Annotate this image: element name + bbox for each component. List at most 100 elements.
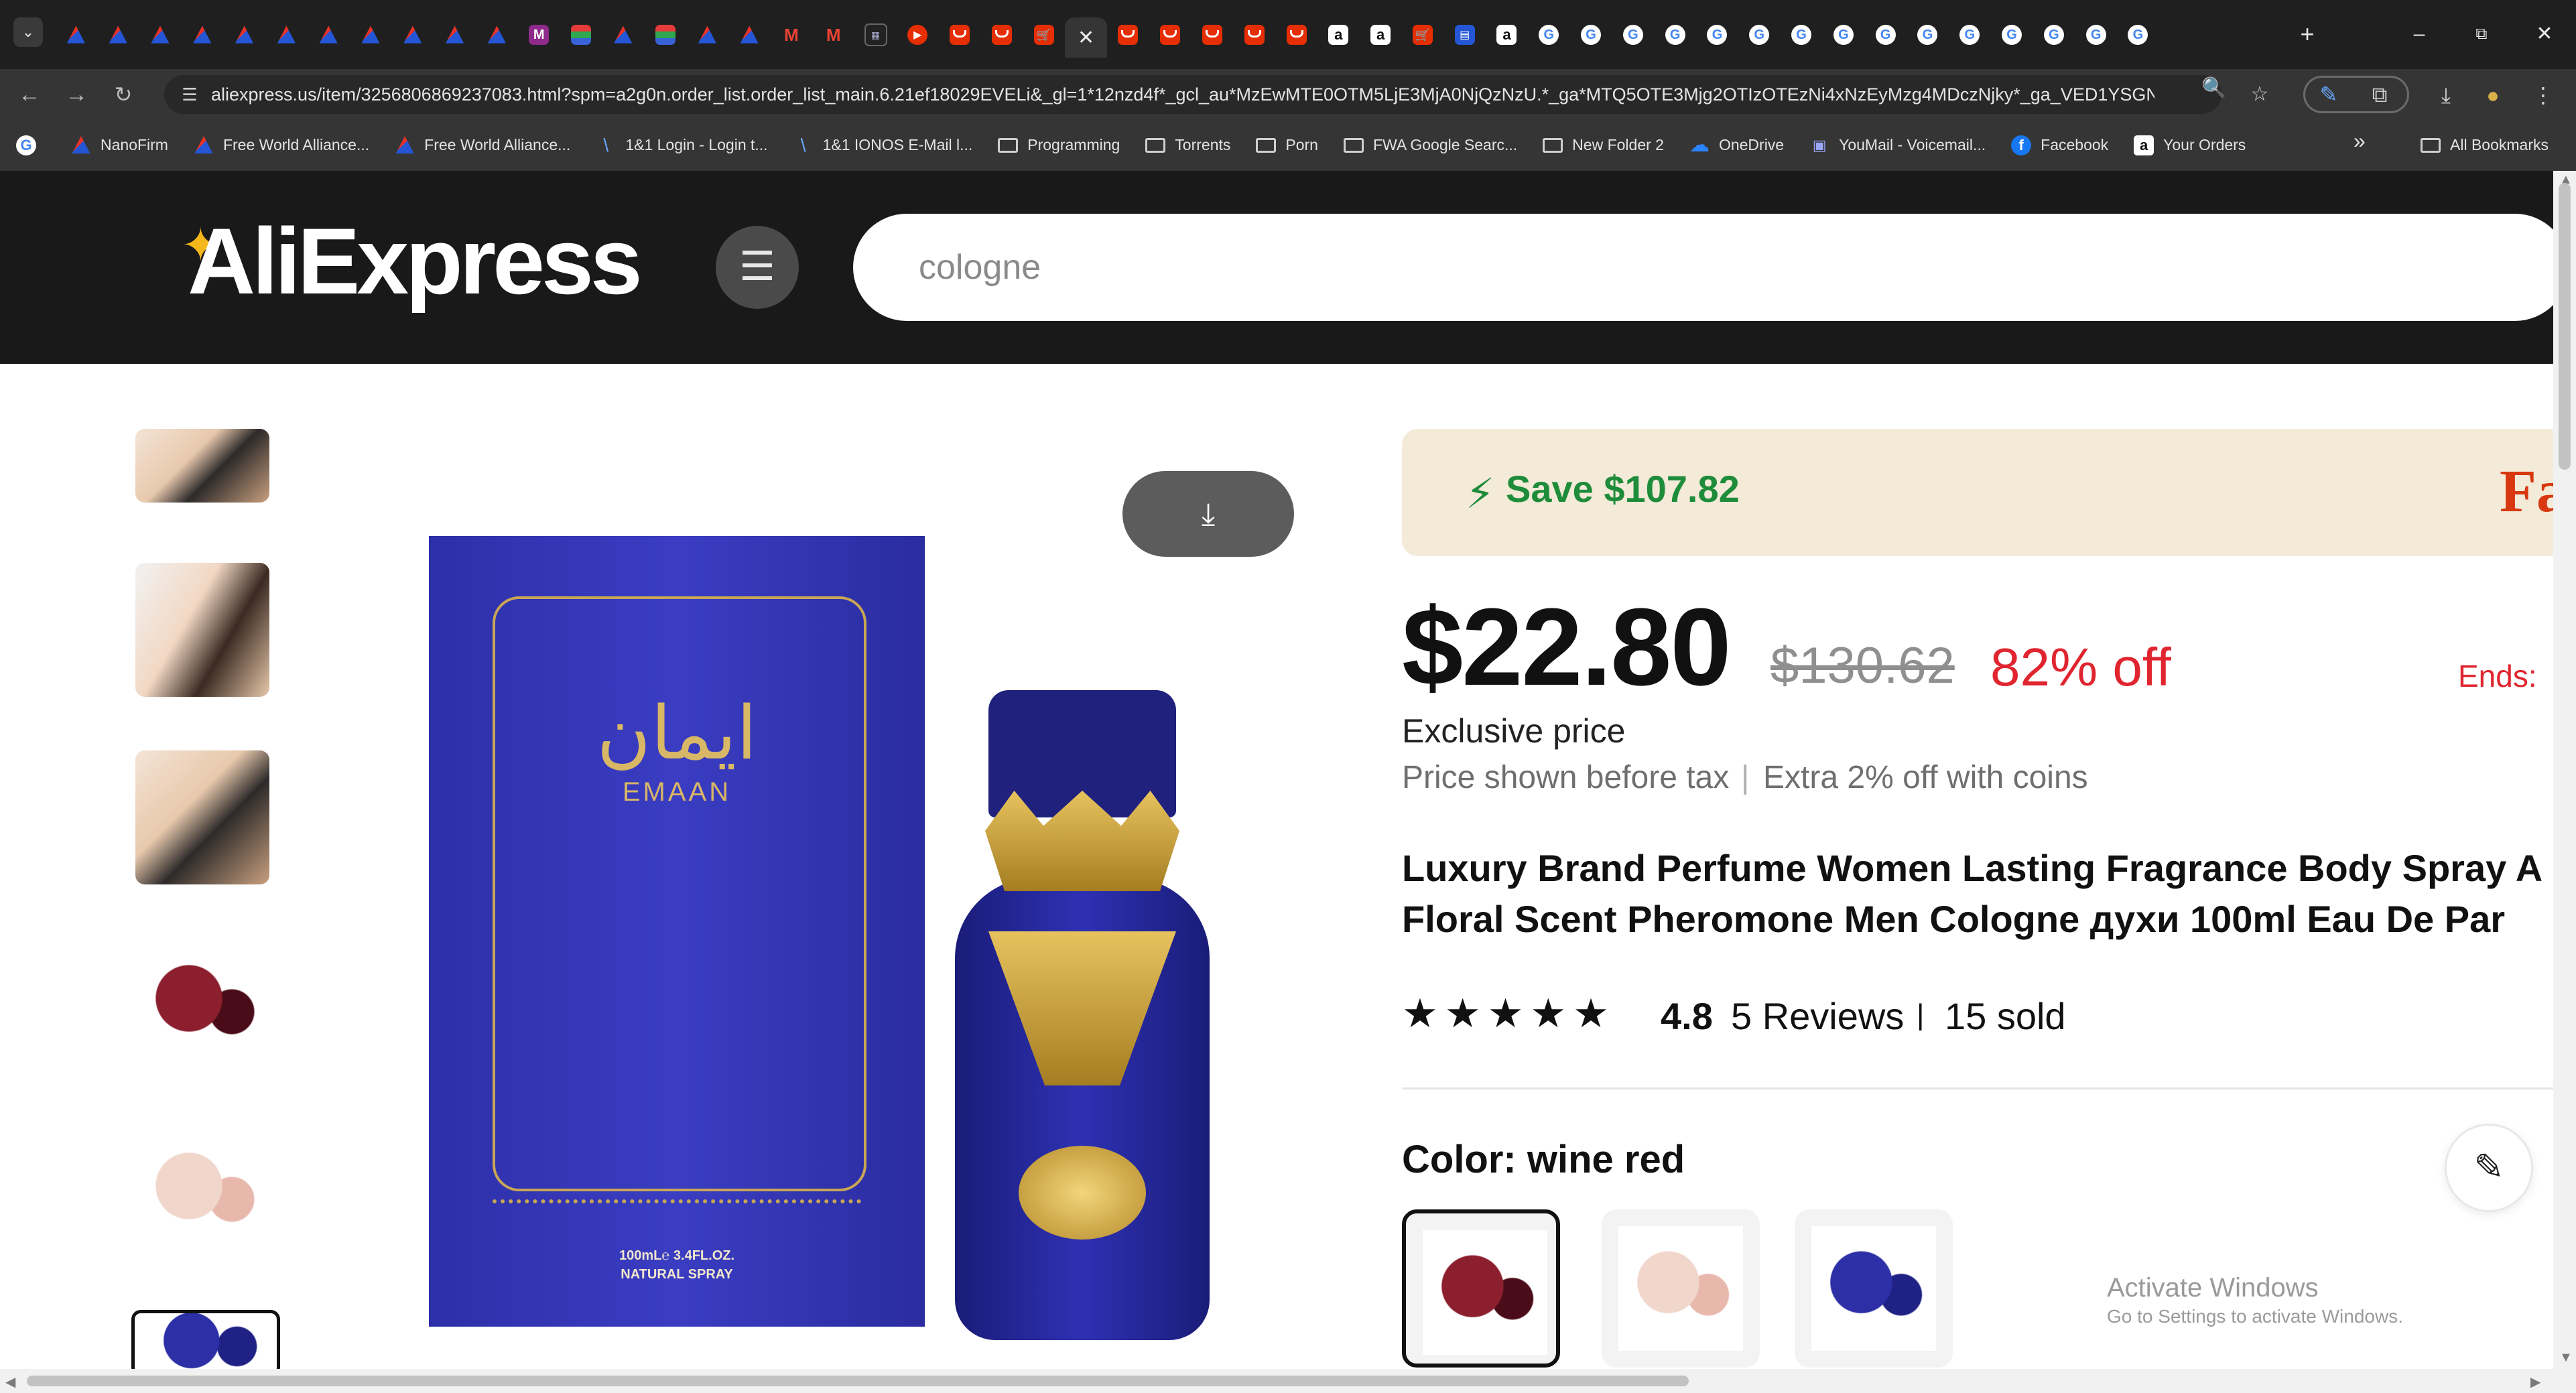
zoom-icon[interactable]: 🔍 [2201, 75, 2228, 102]
horizontal-scroll-thumb[interactable] [27, 1376, 1689, 1386]
browser-tab[interactable] [308, 17, 350, 52]
browser-tab[interactable]: G [1528, 17, 1570, 52]
browser-tab[interactable]: a [1486, 17, 1528, 52]
color-swatch-pink[interactable] [1602, 1209, 1760, 1368]
bookmark-item[interactable]: Programming [998, 136, 1120, 154]
minimize-button[interactable]: – [2396, 17, 2443, 51]
browser-tab[interactable]: G [1864, 17, 1907, 52]
browser-tab[interactable] [97, 17, 139, 52]
browser-tab[interactable]: G [1781, 17, 1823, 52]
close-window-button[interactable]: ✕ [2521, 17, 2568, 51]
forward-arrow-icon[interactable]: → [60, 78, 92, 111]
search-input[interactable]: cologne [853, 214, 2569, 321]
browser-tab[interactable] [1275, 17, 1317, 52]
browser-tab[interactable]: M [812, 17, 854, 52]
browser-tab[interactable] [602, 17, 644, 52]
tab-close-icon[interactable]: ✕ [1076, 27, 1096, 49]
browser-tab[interactable] [686, 17, 728, 52]
browser-tab[interactable]: G [1738, 17, 1781, 52]
browser-tab[interactable] [728, 17, 771, 52]
browser-tab[interactable] [1149, 17, 1192, 52]
bookmark-item[interactable]: FWA Google Searc... [1343, 136, 1517, 154]
thumbnail-image[interactable] [135, 750, 269, 884]
browser-tab[interactable] [644, 17, 686, 52]
reviews-link[interactable]: 5 Reviews [1731, 994, 1904, 1038]
browser-tab[interactable] [434, 17, 476, 52]
edit-pencil-icon[interactable]: ✎ [2445, 1124, 2533, 1212]
bookmark-item[interactable]: ▣ YouMail - Voicemail... [1809, 135, 1986, 155]
hamburger-menu-icon[interactable]: ☰ [716, 226, 799, 309]
browser-tab[interactable] [1107, 17, 1149, 52]
bookmark-item[interactable]: New Folder 2 [1543, 136, 1664, 154]
browser-tab[interactable]: G [2117, 17, 2159, 52]
download-icon[interactable]: ⤓ [2429, 78, 2463, 112]
bookmark-item[interactable]: Torrents [1145, 136, 1230, 154]
main-product-image[interactable]: ايمان EMAAN 100mL℮ 3.4FL.OZ. NATURAL SPR… [348, 449, 1287, 1393]
browser-tab[interactable]: a [1317, 17, 1360, 52]
browser-tab[interactable] [1233, 17, 1275, 52]
thumbnail-image[interactable] [135, 563, 269, 697]
browser-tab[interactable] [139, 17, 182, 52]
browser-tab[interactable]: ▤ [1443, 17, 1486, 52]
browser-tab[interactable] [350, 17, 392, 52]
address-bar[interactable]: ☰ aliexpress.us/item/3256806869237083.ht… [164, 75, 2221, 114]
browser-tab[interactable]: 🛒 [1023, 17, 1065, 52]
color-swatch-wine-red[interactable] [1402, 1209, 1560, 1368]
browser-tab[interactable]: 🛒 [1402, 17, 1444, 52]
browser-tab[interactable]: G [2075, 17, 2117, 52]
bookmark-item[interactable]: f Facebook [2011, 135, 2108, 155]
browser-tab[interactable] [391, 17, 434, 52]
browser-tab[interactable]: M [518, 17, 560, 52]
pen-extension-icon[interactable]: ✎ [2312, 78, 2345, 111]
thumbnail-image[interactable] [135, 938, 269, 1072]
aliexpress-logo[interactable]: AliExpress [188, 211, 643, 312]
bookmark-item[interactable]: NanoFirm [71, 135, 168, 155]
site-info-icon[interactable]: ☰ [176, 81, 203, 108]
bookmark-item[interactable]: Porn [1256, 136, 1318, 154]
browser-tab[interactable] [476, 17, 518, 52]
bookmark-star-icon[interactable]: ☆ [2246, 81, 2273, 108]
search-value[interactable]: cologne [919, 214, 1041, 321]
browser-tab[interactable]: G [1570, 17, 1612, 52]
bookmark-item[interactable]: Free World Alliance... [194, 135, 369, 155]
browser-tab[interactable]: G [1654, 17, 1696, 52]
reload-icon[interactable]: ↻ [107, 78, 139, 111]
browser-tab[interactable] [560, 17, 602, 52]
scroll-down-icon[interactable]: ▼ [2559, 1350, 2573, 1366]
thumbnail-image[interactable] [135, 429, 269, 503]
browser-tab[interactable]: ▶ [897, 17, 939, 52]
browser-tab[interactable]: G [1907, 17, 1949, 52]
horizontal-scrollbar[interactable]: ◀ ▶ [0, 1369, 2576, 1393]
bookmark-item[interactable]: a Your Orders [2134, 135, 2246, 155]
all-bookmarks-button[interactable]: All Bookmarks [2421, 119, 2549, 171]
bookmark-item[interactable]: Free World Alliance... [395, 135, 570, 155]
bookmark-item[interactable]: \ 1&1 IONOS E-Mail l... [793, 135, 973, 155]
bookmarks-overflow-icon[interactable]: » [2354, 129, 2366, 153]
browser-tab[interactable] [1192, 17, 1234, 52]
browser-tab[interactable] [55, 17, 97, 52]
browser-tab[interactable]: G [1949, 17, 1991, 52]
browser-tab[interactable]: M [771, 17, 813, 52]
browser-tab[interactable] [981, 17, 1023, 52]
thumbnail-image-selected[interactable] [131, 1310, 280, 1377]
browser-tab[interactable]: G [1696, 17, 1738, 52]
browser-tab[interactable]: G [1612, 17, 1654, 52]
browser-tab[interactable]: ▦ [854, 17, 897, 52]
browser-tab[interactable] [265, 17, 308, 52]
browser-tab[interactable] [939, 17, 981, 52]
browser-tab[interactable] [181, 17, 223, 52]
thumbnail-image[interactable] [135, 1126, 269, 1260]
coins-note[interactable]: Extra 2% off with coins [1763, 759, 2088, 796]
vertical-scrollbar[interactable]: ▲ ▼ [2553, 171, 2576, 1393]
vertical-scroll-thumb[interactable] [2559, 183, 2571, 470]
browser-menu-icon[interactable]: ⋮ [2526, 78, 2560, 112]
browser-tab[interactable]: G [2033, 17, 2075, 52]
restore-button[interactable]: ⧉ [2458, 17, 2505, 51]
browser-tab[interactable]: a [1360, 17, 1402, 52]
bookmark-item[interactable]: ☁ OneDrive [1689, 134, 1784, 156]
bookmark-item[interactable]: G [16, 135, 46, 155]
browser-tab[interactable] [223, 17, 265, 52]
extensions-puzzle-icon[interactable]: ⧉ [2363, 78, 2396, 111]
scroll-left-icon[interactable]: ◀ [5, 1374, 15, 1390]
browser-tab[interactable]: G [1822, 17, 1864, 52]
